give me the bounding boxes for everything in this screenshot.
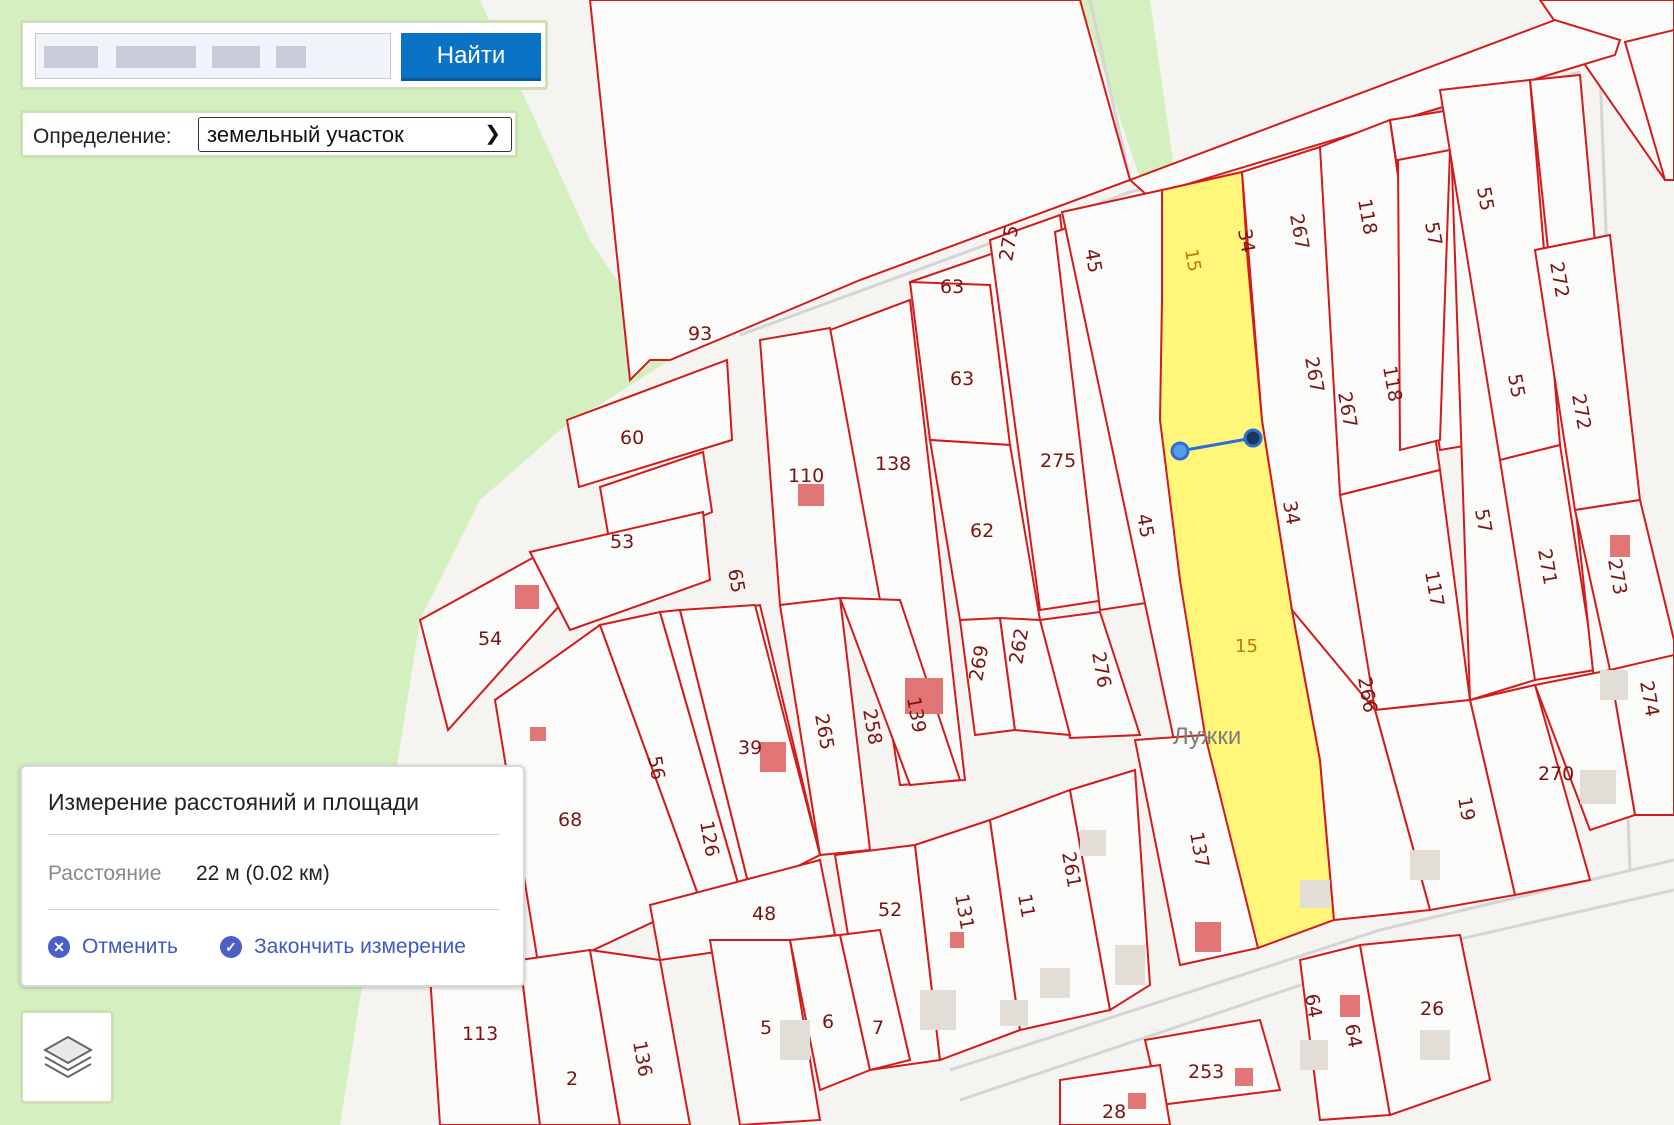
svg-text:65: 65 [723, 567, 749, 595]
svg-text:62: 62 [970, 520, 994, 542]
svg-text:19: 19 [1453, 795, 1479, 823]
svg-text:6: 6 [822, 1011, 834, 1033]
definition-select[interactable]: земельный участок ❯ [198, 117, 512, 152]
svg-text:110: 110 [788, 465, 824, 487]
svg-text:2: 2 [566, 1068, 578, 1090]
svg-text:7: 7 [872, 1017, 884, 1039]
svg-text:68: 68 [558, 809, 582, 831]
svg-text:64: 64 [1300, 992, 1326, 1020]
svg-text:55: 55 [1472, 185, 1498, 213]
svg-text:270: 270 [1538, 763, 1574, 785]
svg-text:113: 113 [462, 1023, 498, 1045]
cancel-button[interactable]: ✕ Отменить [48, 935, 178, 959]
measure-end-point[interactable] [1243, 428, 1263, 448]
redacted-text [212, 46, 260, 68]
svg-text:63: 63 [940, 276, 964, 298]
layers-button[interactable] [20, 1010, 114, 1104]
layers-icon [42, 1035, 94, 1079]
definition-panel: Определение: земельный участок ❯ [20, 110, 518, 158]
distance-value: 22 м (0.02 км) [196, 862, 330, 885]
finish-label: Закончить измерение [254, 935, 466, 958]
svg-text:45: 45 [1132, 512, 1158, 540]
svg-text:48: 48 [752, 903, 776, 925]
svg-text:5: 5 [760, 1017, 772, 1039]
redacted-text [116, 46, 196, 68]
svg-text:15: 15 [1235, 636, 1258, 657]
svg-text:53: 53 [610, 531, 634, 553]
place-name-label: Лужки [1173, 723, 1241, 750]
svg-text:64: 64 [1340, 1022, 1366, 1050]
svg-text:57: 57 [1420, 220, 1446, 248]
svg-text:54: 54 [478, 628, 502, 650]
divider [48, 909, 499, 910]
svg-text:15: 15 [1180, 247, 1205, 273]
svg-text:253: 253 [1188, 1061, 1224, 1083]
measure-panel-title: Измерение расстояний и площади [48, 789, 420, 815]
redacted-text [44, 46, 98, 68]
measure-panel: Измерение расстояний и площади Расстояни… [20, 765, 525, 987]
cancel-label: Отменить [82, 935, 178, 958]
search-button[interactable]: Найти [401, 33, 541, 81]
measure-start-point[interactable] [1170, 441, 1190, 461]
distance-label: Расстояние [48, 862, 162, 885]
svg-text:93: 93 [688, 323, 712, 345]
definition-label: Определение: [33, 125, 172, 148]
svg-text:11: 11 [1013, 892, 1039, 920]
search-input[interactable] [35, 33, 391, 79]
redacted-text [276, 46, 306, 68]
check-circle-icon: ✓ [220, 936, 242, 958]
svg-text:52: 52 [878, 899, 902, 921]
parcels [418, 0, 1674, 1125]
definition-selected-value: земельный участок [207, 122, 404, 147]
svg-text:28: 28 [1102, 1101, 1126, 1123]
svg-text:57: 57 [1470, 507, 1496, 535]
search-panel: Найти [20, 20, 548, 90]
close-circle-icon: ✕ [48, 936, 70, 958]
svg-text:258: 258 [858, 707, 886, 747]
svg-text:55: 55 [1503, 372, 1529, 400]
chevron-down-icon: ❯ [484, 123, 501, 145]
finish-measurement-button[interactable]: ✓ Закончить измерение [220, 935, 466, 959]
divider [48, 834, 499, 835]
svg-text:34: 34 [1233, 227, 1259, 255]
svg-text:39: 39 [738, 737, 762, 759]
svg-text:138: 138 [875, 453, 911, 475]
svg-text:63: 63 [950, 368, 974, 390]
svg-text:26: 26 [1420, 998, 1444, 1020]
svg-text:34: 34 [1278, 499, 1304, 527]
svg-text:60: 60 [620, 427, 644, 449]
svg-text:56: 56 [643, 754, 669, 782]
svg-text:45: 45 [1080, 247, 1106, 275]
svg-text:275: 275 [1040, 450, 1076, 472]
